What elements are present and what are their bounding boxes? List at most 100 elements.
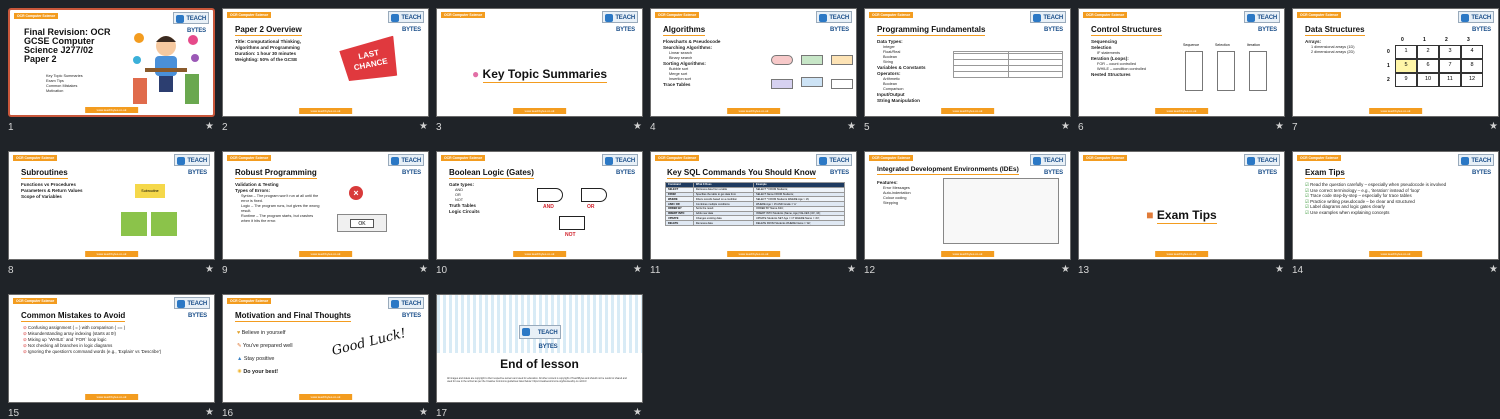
slide-thumbnail-2[interactable]: OCR Computer Science TEACH BYTES www.teach… — [222, 8, 430, 133]
slide-thumbnail-14[interactable]: OCR Computer Science TEACH BYTES www.teach… — [1292, 151, 1500, 276]
transition-star-icon[interactable]: ★ — [1061, 264, 1070, 275]
slide-thumbnail-15[interactable]: OCR Computer Science TEACH BYTES www.teach… — [8, 294, 216, 419]
slide-thumbnail-11[interactable]: OCR Computer Science TEACH BYTES www.teach… — [650, 151, 858, 276]
flow-diagram — [1217, 51, 1235, 91]
slide-thumbnail-9[interactable]: OCR Computer Science TEACH BYTES www.teach… — [222, 151, 430, 276]
slide-thumbnail-12[interactable]: OCR Computer Science TEACH BYTES www.teach… — [864, 151, 1072, 276]
transition-star-icon[interactable]: ★ — [1275, 264, 1284, 275]
logo-text: TEACH BYTES — [401, 15, 421, 33]
error-dialog: OK — [337, 214, 387, 232]
slide-canvas[interactable]: OCR Computer Science TEACH BYTES www.teach… — [436, 8, 643, 117]
flowchart-shape — [771, 55, 793, 65]
bullet-item: Title: Computational Thinking, Algorithm… — [235, 39, 302, 50]
slide-thumbnail-1[interactable]: OCR Computer Science TEACH BYTES www.teach… — [8, 8, 216, 133]
slide-thumbnail-3[interactable]: OCR Computer Science TEACH BYTES www.teach… — [436, 8, 644, 133]
array-cell: 1 — [1395, 45, 1417, 59]
slide-footer: www.teachbytes.co.uk — [726, 108, 781, 114]
teachbytes-logo: TEACH BYTES — [1244, 154, 1280, 176]
slide-thumbnail-8[interactable]: OCR Computer Science TEACH BYTES www.teach… — [8, 151, 216, 276]
transition-star-icon[interactable]: ★ — [205, 264, 214, 275]
course-tag: OCR Computer Science — [13, 155, 58, 161]
slide-canvas[interactable]: OCR Computer Science TEACH BYTES www.teach… — [436, 151, 643, 260]
flowchart-shape — [771, 79, 793, 89]
slide-canvas[interactable]: OCR Computer Science TEACH BYTES www.teach… — [650, 151, 857, 260]
slide-thumbnail-16[interactable]: OCR Computer Science TEACH BYTES www.teach… — [222, 294, 430, 419]
transition-star-icon[interactable]: ★ — [633, 264, 642, 275]
slide-canvas[interactable]: OCR Computer Science TEACH BYTES www.teach… — [222, 151, 429, 260]
logo-mark-icon — [1461, 14, 1469, 22]
motivation-text: You've prepared well — [242, 343, 293, 349]
course-tag: OCR Computer Science — [1297, 155, 1342, 161]
slide-footer: www.teachbytes.co.uk — [1154, 251, 1209, 257]
sticky-note — [121, 212, 147, 236]
slide-thumbnail-5[interactable]: OCR Computer Science TEACH BYTES www.teach… — [864, 8, 1072, 133]
transition-star-icon[interactable]: ★ — [419, 264, 428, 275]
transition-star-icon[interactable]: ★ — [205, 407, 214, 418]
transition-star-icon[interactable]: ★ — [419, 407, 428, 418]
motivation-text: Do your best! — [243, 369, 279, 375]
transition-star-icon[interactable]: ★ — [1489, 121, 1498, 132]
motivation-text: Stay positive — [243, 356, 275, 362]
bullet-list: Data Types: Integer Float/Real Boolean Strin… — [877, 39, 937, 104]
logo-mark-icon — [605, 157, 613, 165]
transition-star-icon[interactable]: ★ — [633, 121, 642, 132]
tip-text: Practice writing pseudocode – be clear a… — [1310, 198, 1415, 204]
slide-number: 12 — [864, 265, 876, 276]
gate-label: OR — [587, 204, 595, 210]
transition-star-icon[interactable]: ★ — [847, 264, 856, 275]
slide-canvas[interactable]: OCR Computer Science TEACH BYTES www.teach… — [1078, 151, 1285, 260]
slide-thumbnail-13[interactable]: OCR Computer Science TEACH BYTES www.teach… — [1078, 151, 1286, 276]
teachbytes-logo: TEACH BYTES — [1458, 154, 1494, 176]
transition-star-icon[interactable]: ★ — [847, 121, 856, 132]
slide-thumbnail-6[interactable]: OCR Computer Science TEACH BYTES www.teach… — [1078, 8, 1286, 133]
bullet-item: Trace Tables — [663, 82, 691, 87]
transition-star-icon[interactable]: ★ — [1061, 121, 1070, 132]
logo-text: TEACH BYTES — [401, 158, 421, 176]
slide-canvas[interactable]: OCR Computer Science TEACH BYTES www.teach… — [222, 8, 429, 117]
transition-star-icon[interactable]: ★ — [1275, 121, 1284, 132]
tip-text: Label diagrams and logic gates clearly — [1310, 204, 1385, 210]
chart-icon: ▲ — [237, 356, 244, 362]
slide-thumbnail-7[interactable]: OCR Computer Science TEACH BYTES www.teach… — [1292, 8, 1500, 133]
array-cell: 11 — [1439, 73, 1461, 87]
ide-screenshot — [943, 178, 1059, 244]
slide-canvas[interactable]: OCR Computer Science TEACH BYTES www.teach… — [1292, 8, 1499, 117]
slide-canvas[interactable]: OCR Computer Science TEACH BYTES www.teach… — [8, 151, 215, 260]
sticky-note — [151, 212, 177, 236]
slide-canvas[interactable]: OCR Computer Science TEACH BYTES www.teach… — [8, 294, 215, 403]
transition-star-icon[interactable]: ★ — [1489, 264, 1498, 275]
slide-title: Motivation and Final Thoughts — [235, 311, 351, 322]
transition-star-icon[interactable]: ★ — [633, 407, 642, 418]
slide-canvas[interactable]: OCR Computer Science TEACH BYTES www.teach… — [1078, 8, 1285, 117]
section-title-text: Exam Tips — [1156, 208, 1217, 224]
column-index: 3 — [1467, 37, 1470, 43]
tip-text: Trace code step-by-step – especially for… — [1310, 193, 1412, 199]
slide-canvas[interactable]: OCR Computer Science TEACH BYTES www.teach… — [1292, 151, 1499, 260]
slide-footer: www.teachbytes.co.uk — [512, 108, 567, 114]
slide-number: 3 — [436, 122, 442, 133]
transition-star-icon[interactable]: ★ — [419, 121, 428, 132]
logic-gate-not — [559, 216, 585, 230]
slide-thumbnail-4[interactable]: OCR Computer Science TEACH BYTES www.teach… — [650, 8, 858, 133]
slide-canvas[interactable]: OCR Computer Science TEACH BYTES www.teach… — [864, 8, 1071, 117]
transition-star-icon[interactable]: ★ — [205, 121, 214, 132]
slide-canvas[interactable]: OCR Computer Science TEACH BYTES www.teach… — [650, 8, 857, 117]
slide-canvas[interactable]: OCR Computer Science TEACH BYTES www.teach… — [8, 8, 215, 117]
bullet-item: Nested Structures — [1091, 72, 1131, 77]
slide-footer: www.teachbytes.co.uk — [84, 107, 139, 113]
course-tag: OCR Computer Science — [655, 12, 700, 18]
slide-canvas[interactable]: OCR Computer Science TEACH BYTES www.teach… — [222, 294, 429, 403]
slide-canvas[interactable]: TEACH BYTES End of lesson All images and v… — [436, 294, 643, 403]
slide-footer: www.teachbytes.co.uk — [1368, 251, 1423, 257]
logo-mark-icon — [1033, 157, 1041, 165]
slide-canvas[interactable]: OCR Computer Science TEACH BYTES www.teach… — [864, 151, 1071, 260]
course-tag: OCR Computer Science — [869, 155, 914, 161]
slide-thumbnail-10[interactable]: OCR Computer Science TEACH BYTES www.teach… — [436, 151, 644, 276]
slide-title: Boolean Logic (Gates) — [449, 168, 534, 179]
teachbytes-logo: TEACH BYTES — [1030, 11, 1066, 33]
logo-mark-icon — [521, 328, 530, 336]
logo-mark-icon — [391, 14, 399, 22]
slide-title: Paper 2 Overview — [235, 25, 302, 36]
course-tag: OCR Computer Science — [227, 155, 272, 161]
slide-thumbnail-17[interactable]: TEACH BYTES End of lesson All images and v… — [436, 294, 644, 419]
